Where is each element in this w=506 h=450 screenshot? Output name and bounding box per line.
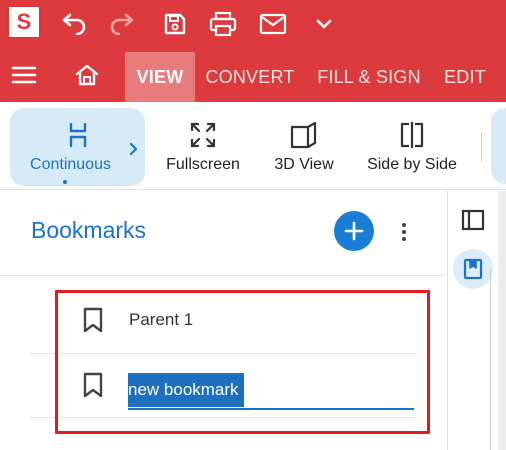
chevron-right-icon[interactable] — [129, 142, 139, 161]
tab-convert[interactable]: CONVERT — [203, 52, 297, 102]
fullscreen-icon — [190, 120, 216, 150]
toolbar-next-item[interactable] — [491, 108, 506, 184]
side-by-side-button[interactable]: Side by Side — [362, 108, 462, 186]
tab-fill-sign-label: FILL & SIGN — [317, 66, 421, 87]
side-by-side-icon — [399, 120, 425, 150]
chevron-down-icon[interactable] — [309, 9, 339, 39]
document-edge — [490, 270, 491, 450]
title-bar: S — [0, 0, 506, 48]
sidebar-toggle-icon[interactable] — [453, 200, 493, 240]
app-logo-letter: S — [16, 9, 32, 34]
undo-icon[interactable] — [58, 9, 88, 39]
hamburger-menu-icon[interactable] — [8, 48, 40, 102]
save-icon[interactable] — [160, 9, 190, 39]
print-icon[interactable] — [208, 9, 238, 39]
tab-convert-label: CONVERT — [205, 66, 295, 87]
document-area — [498, 191, 506, 450]
mail-icon[interactable] — [258, 9, 288, 39]
view-toolbar: Continuous Fullscreen 3D View Side by Si… — [0, 102, 506, 190]
continuous-icon — [67, 120, 89, 150]
panel-header-divider — [0, 275, 447, 276]
highlight-annotation — [55, 290, 430, 434]
bookmarks-panel-icon[interactable] — [453, 249, 493, 289]
toolbar-separator — [481, 132, 482, 162]
add-bookmark-button[interactable] — [334, 211, 374, 251]
tab-view-label: VIEW — [136, 66, 184, 87]
home-icon[interactable] — [71, 48, 103, 102]
more-options-icon[interactable] — [394, 217, 414, 247]
fullscreen-label: Fullscreen — [166, 156, 240, 173]
tab-edit-label: EDIT — [444, 66, 486, 87]
app-logo[interactable]: S — [7, 5, 41, 39]
3d-view-button[interactable]: 3D View — [264, 108, 344, 186]
continuous-button[interactable]: Continuous — [10, 108, 145, 186]
bookmarks-title: Bookmarks — [31, 217, 147, 243]
selection-dot — [63, 180, 67, 184]
3d-view-label: 3D View — [274, 156, 334, 173]
fullscreen-button[interactable]: Fullscreen — [158, 108, 248, 186]
tab-fill-sign[interactable]: FILL & SIGN — [313, 52, 425, 102]
continuous-label: Continuous — [30, 156, 111, 173]
plus-icon — [344, 221, 364, 241]
3d-view-icon — [289, 120, 319, 150]
redo-icon[interactable] — [108, 9, 138, 39]
tab-view[interactable]: VIEW — [125, 52, 195, 102]
side-by-side-label: Side by Side — [367, 156, 457, 173]
tab-edit[interactable]: EDIT — [437, 52, 493, 102]
